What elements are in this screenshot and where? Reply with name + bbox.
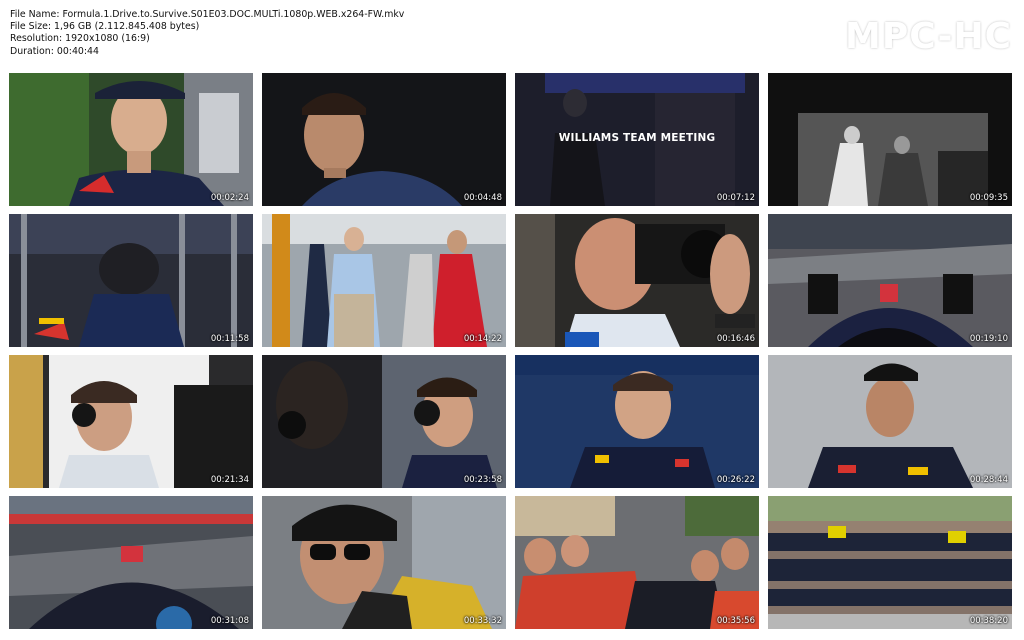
file-resolution: Resolution: 1920x1080 (16:9) bbox=[10, 33, 150, 45]
file-info: File Name: Formula.1.Drive.to.Survive.S0… bbox=[10, 9, 404, 58]
thumbnail-image-onboard-camera bbox=[9, 496, 253, 629]
timestamp: 00:26:22 bbox=[716, 475, 755, 485]
timestamp: 00:21:34 bbox=[210, 475, 249, 485]
file-name: File Name: Formula.1.Drive.to.Survive.S0… bbox=[10, 9, 405, 20]
thumbnail-image-onboard-track bbox=[768, 214, 1012, 347]
mpc-hc-logo: MPC-HC bbox=[845, 16, 1012, 57]
timestamp: 00:02:24 bbox=[210, 193, 249, 203]
thumbnail-image-driver-portrait bbox=[9, 73, 253, 206]
timestamp: 00:28:44 bbox=[969, 475, 1008, 485]
thumbnail-image-garage bbox=[9, 214, 253, 347]
thumbnail-image-team-principal bbox=[515, 355, 759, 488]
timestamp: 00:19:10 bbox=[969, 334, 1008, 344]
timestamp: 00:38:20 bbox=[969, 616, 1008, 626]
timestamp: 00:11:58 bbox=[210, 334, 249, 344]
thumbnail-image-engineer-headset bbox=[9, 355, 253, 488]
timestamp: 00:35:56 bbox=[716, 616, 755, 626]
thumbnail-image-driver-fence bbox=[768, 355, 1012, 488]
thumbnail-14[interactable]: 00:33:32 bbox=[262, 496, 506, 629]
thumbnail-image-team-photo bbox=[768, 496, 1012, 629]
timestamp: 00:16:46 bbox=[716, 334, 755, 344]
timestamp: 00:31:08 bbox=[210, 616, 249, 626]
thumbnail-16[interactable]: 00:38:20 bbox=[768, 496, 1012, 629]
file-size: File Size: 1,96 GB (2.112.845.408 bytes) bbox=[10, 21, 200, 33]
thumbnail-4[interactable]: 00:09:35 bbox=[768, 73, 1012, 206]
thumbnail-13[interactable]: 00:31:08 bbox=[9, 496, 253, 629]
thumbnail-15[interactable]: 00:35:56 bbox=[515, 496, 759, 629]
timestamp: 00:23:58 bbox=[463, 475, 502, 485]
thumbnail-7[interactable]: 00:16:46 bbox=[515, 214, 759, 347]
thumbnail-image-crowd-celebration bbox=[515, 496, 759, 629]
thumbnail-11[interactable]: 00:26:22 bbox=[515, 355, 759, 488]
thumbnail-image-interview bbox=[262, 73, 506, 206]
thumbnail-10[interactable]: 00:23:58 bbox=[262, 355, 506, 488]
thumbnail-6[interactable]: 00:14:22 bbox=[262, 214, 506, 347]
timestamp: 00:14:22 bbox=[463, 334, 502, 344]
thumbnail-3[interactable]: WILLIAMS TEAM MEETING 00:07:12 bbox=[515, 73, 759, 206]
thumbnail-image-press-camera bbox=[515, 214, 759, 347]
file-duration: Duration: 00:40:44 bbox=[10, 45, 99, 57]
video-caption: WILLIAMS TEAM MEETING bbox=[558, 132, 716, 144]
thumbnail-image-paddock-walk bbox=[262, 214, 506, 347]
thumbnail-image-celebrity-sunglasses bbox=[262, 496, 506, 629]
timestamp: 00:33:32 bbox=[463, 616, 502, 626]
thumbnail-image-archive-footage bbox=[768, 73, 1012, 206]
thumbnail-2[interactable]: 00:04:48 bbox=[262, 73, 506, 206]
timestamp: 00:04:48 bbox=[463, 193, 502, 203]
thumbnail-image-pit-wall bbox=[262, 355, 506, 488]
thumbnail-1[interactable]: 00:02:24 bbox=[9, 73, 253, 206]
thumbnail-12[interactable]: 00:28:44 bbox=[768, 355, 1012, 488]
thumbnail-9[interactable]: 00:21:34 bbox=[9, 355, 253, 488]
timestamp: 00:09:35 bbox=[969, 193, 1008, 203]
thumbnail-5[interactable]: 00:11:58 bbox=[9, 214, 253, 347]
timestamp: 00:07:12 bbox=[716, 193, 755, 203]
thumbnail-8[interactable]: 00:19:10 bbox=[768, 214, 1012, 347]
